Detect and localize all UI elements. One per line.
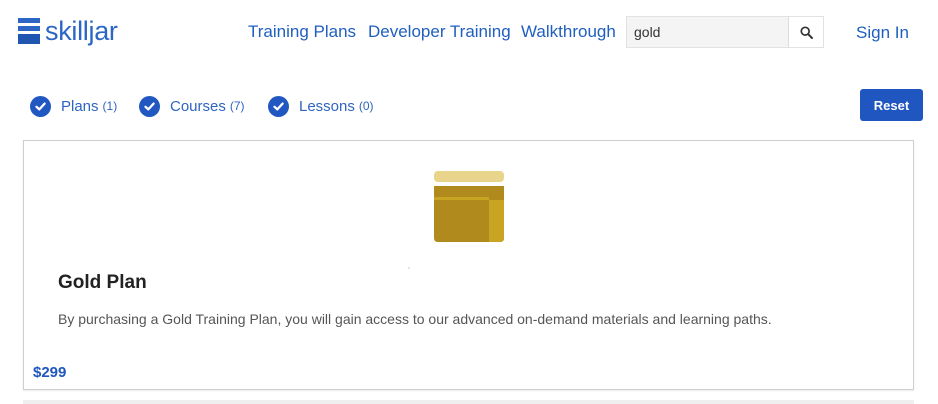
search-box xyxy=(626,16,824,48)
nav-developer-training[interactable]: Developer Training xyxy=(368,22,511,42)
filter-label: Courses xyxy=(170,97,226,115)
next-card-edge xyxy=(23,400,914,404)
gold-plan-icon xyxy=(434,171,504,242)
plan-card[interactable]: Gold Plan By purchasing a Gold Training … xyxy=(23,140,914,390)
sign-in-link[interactable]: Sign In xyxy=(856,23,909,43)
filter-label: Plans xyxy=(61,97,99,115)
search-input[interactable] xyxy=(627,17,788,47)
skilljar-logo-mark-icon xyxy=(18,18,40,44)
logo-text: skilljar xyxy=(45,15,118,46)
plan-description: By purchasing a Gold Training Plan, you … xyxy=(58,311,772,327)
plan-price: $299 xyxy=(33,364,67,381)
skilljar-logo[interactable]: skilljar xyxy=(18,14,118,48)
check-circle-icon[interactable] xyxy=(268,95,289,117)
nav-training-plans[interactable]: Training Plans xyxy=(248,22,356,42)
reset-button[interactable]: Reset xyxy=(860,89,923,121)
check-circle-icon[interactable] xyxy=(139,95,160,117)
check-circle-icon[interactable] xyxy=(30,95,51,117)
nav-walkthrough[interactable]: Walkthrough xyxy=(521,22,616,42)
filter-label: Lessons xyxy=(299,97,355,115)
search-icon xyxy=(799,25,813,39)
filter-count: (1) xyxy=(102,99,118,113)
search-button[interactable] xyxy=(788,17,823,47)
filter-plans[interactable]: Plans (1) xyxy=(30,95,117,117)
filter-courses[interactable]: Courses (7) xyxy=(139,95,245,117)
plan-title[interactable]: Gold Plan xyxy=(58,272,147,294)
filter-count: (7) xyxy=(229,99,245,113)
filter-lessons[interactable]: Lessons (0) xyxy=(268,95,374,117)
filter-count: (0) xyxy=(358,99,374,113)
divider-dot xyxy=(408,267,410,269)
